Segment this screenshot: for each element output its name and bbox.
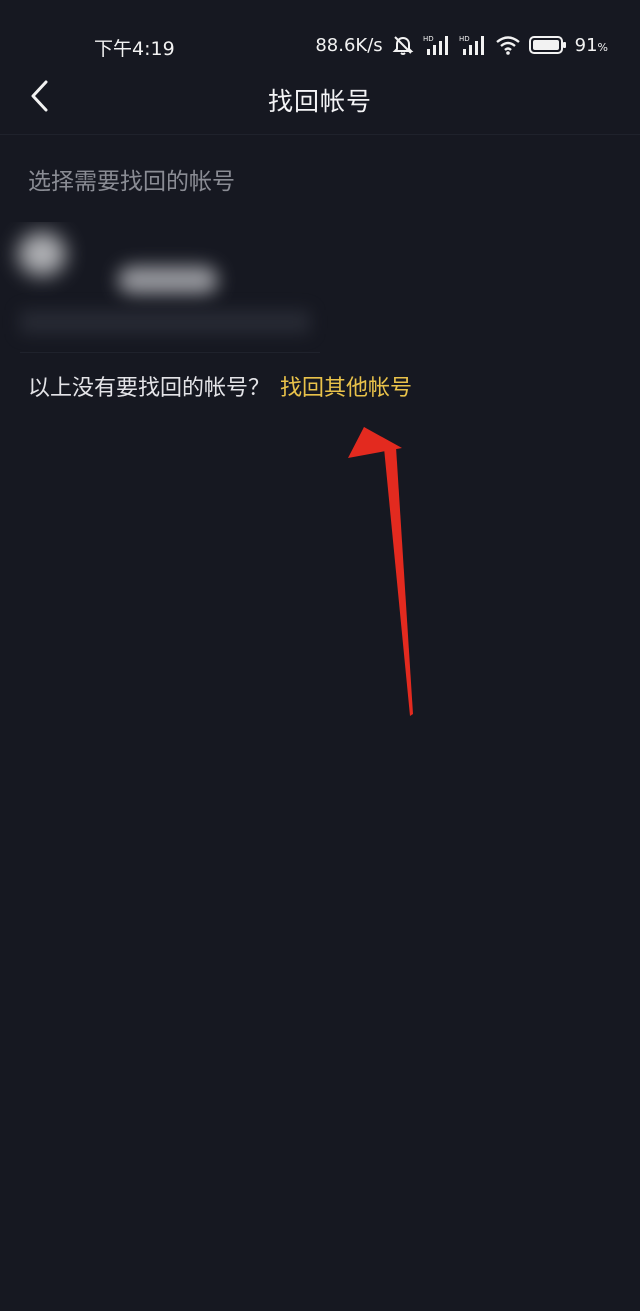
hd-label: HD bbox=[423, 35, 434, 43]
net-speed: 88.6K/s bbox=[315, 34, 383, 56]
hd-label: HD bbox=[459, 35, 470, 43]
recover-question: 以上没有要找回的帐号？ bbox=[28, 376, 271, 401]
signal-hd-icon: HD bbox=[423, 33, 451, 57]
alarm-muted-icon bbox=[391, 33, 415, 57]
page-title: 找回帐号 bbox=[267, 87, 372, 116]
divider bbox=[20, 352, 320, 353]
signal-hd-icon: HD bbox=[459, 33, 487, 57]
avatar bbox=[18, 232, 66, 276]
annotation-arrow bbox=[348, 427, 413, 716]
nav-bar: 找回帐号 bbox=[0, 62, 640, 135]
battery-icon bbox=[528, 35, 567, 55]
recover-row: 以上没有要找回的帐号？ 找回其他帐号 bbox=[28, 370, 412, 402]
account-detail-blurred bbox=[20, 310, 310, 334]
recover-other-account-link[interactable]: 找回其他帐号 bbox=[280, 370, 412, 402]
status-icons: 88.6K/s HD HD 91% bbox=[315, 32, 608, 58]
account-list-item[interactable] bbox=[0, 222, 330, 352]
status-time: 下午4:19 bbox=[94, 38, 175, 60]
wifi-icon bbox=[495, 34, 521, 56]
battery-percent: 91% bbox=[574, 34, 608, 56]
section-hint: 选择需要找回的帐号 bbox=[28, 169, 235, 195]
account-name-blurred bbox=[118, 266, 218, 294]
